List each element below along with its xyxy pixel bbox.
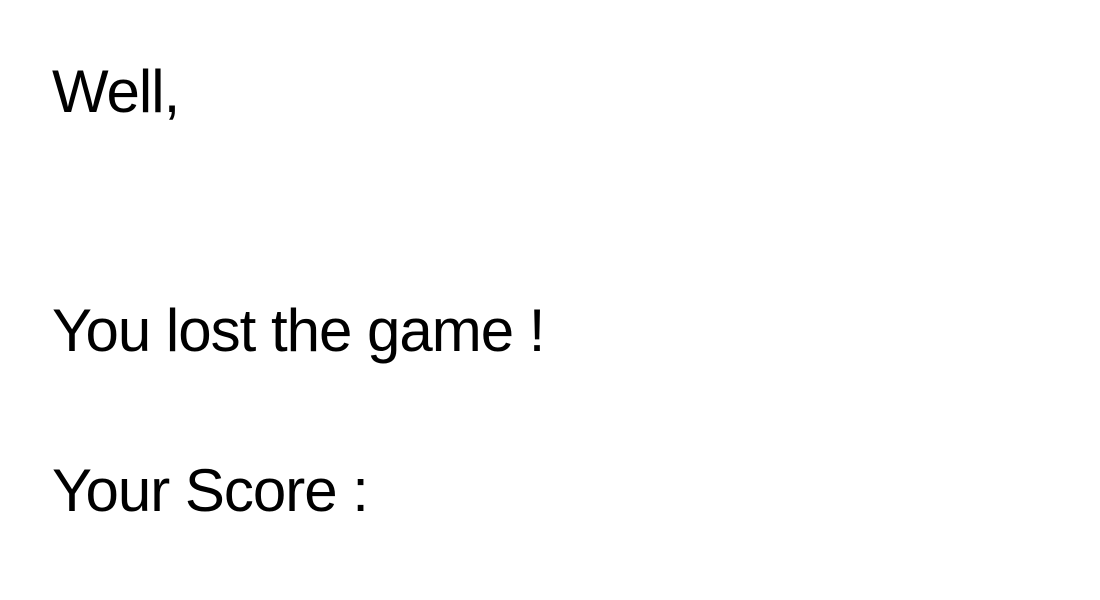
result-message: You lost the game ! [52, 297, 545, 364]
score-label: Your Score : [52, 457, 369, 524]
game-over-screen: Well, You lost the game ! Your Score : [0, 0, 1100, 600]
greeting-text: Well, [52, 58, 180, 125]
